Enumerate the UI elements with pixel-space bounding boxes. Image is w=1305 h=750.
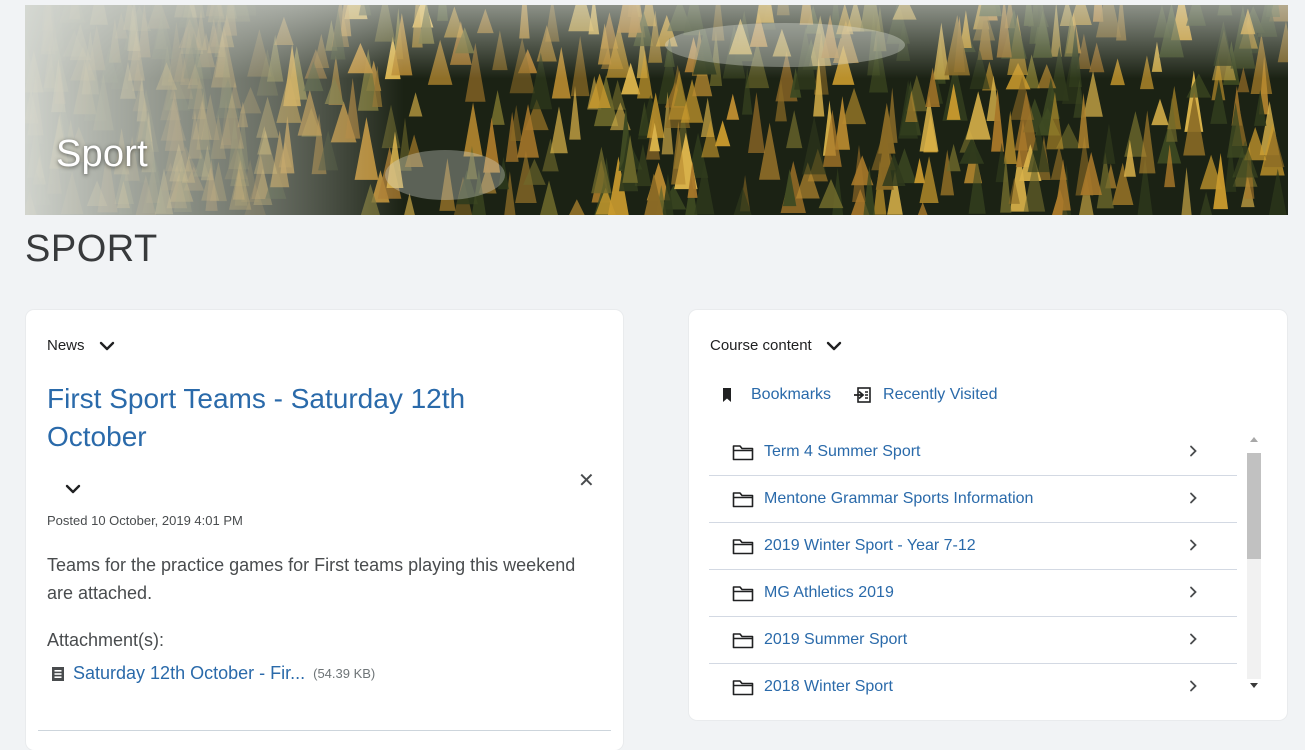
news-body: Teams for the practice games for First t…	[47, 555, 576, 603]
scroll-down-arrow-icon[interactable]	[1250, 683, 1258, 688]
attachment-size: (54.39 KB)	[313, 666, 376, 681]
attachments-label: Attachment(s):	[47, 630, 165, 650]
course-content-list: Term 4 Summer Sport Mentone Grammar Spor…	[709, 429, 1237, 710]
chevron-down-icon[interactable]	[99, 341, 115, 351]
news-widget-title: News	[47, 337, 85, 354]
folder-icon	[732, 632, 754, 648]
content-item-label[interactable]: MG Athletics 2019	[764, 584, 894, 602]
content-item[interactable]: 2018 Winter Sport	[709, 664, 1237, 710]
folder-icon	[732, 491, 754, 507]
content-item[interactable]: 2019 Summer Sport	[709, 617, 1237, 664]
banner-title: Sport	[56, 133, 148, 175]
folder-icon	[732, 679, 754, 695]
chevron-right-icon[interactable]	[1189, 633, 1197, 645]
bookmarks-label: Bookmarks	[751, 386, 832, 403]
course-content-header[interactable]: Course content	[710, 337, 842, 354]
chevron-down-icon[interactable]	[826, 341, 842, 351]
news-widget	[26, 310, 623, 750]
divider	[38, 730, 611, 731]
bookmarks-link[interactable]: Bookmarks	[722, 386, 831, 404]
attachment-link[interactable]: Saturday 12th October - Fir...	[73, 663, 305, 684]
scroll-up-arrow-icon[interactable]	[1250, 437, 1258, 442]
recently-visited-link[interactable]: Recently Visited	[853, 386, 997, 404]
content-item-label[interactable]: 2019 Summer Sport	[764, 631, 907, 649]
recently-visited-label: Recently Visited	[883, 386, 998, 403]
scroll-thumb[interactable]	[1247, 453, 1261, 559]
quick-links: Bookmarks Recently Visited	[722, 386, 997, 404]
chevron-right-icon[interactable]	[1189, 539, 1197, 551]
chevron-down-icon[interactable]	[65, 483, 81, 495]
content-item-label[interactable]: Term 4 Summer Sport	[764, 443, 920, 461]
content-item-label[interactable]: 2018 Winter Sport	[764, 678, 893, 696]
close-icon[interactable]: ✕	[578, 470, 595, 492]
content-scrollbar[interactable]	[1244, 431, 1264, 701]
content-item[interactable]: Mentone Grammar Sports Information	[709, 476, 1237, 523]
content-item[interactable]: 2019 Winter Sport - Year 7-12	[709, 523, 1237, 570]
bookmark-icon	[723, 388, 731, 402]
forest-banner-image	[25, 5, 1288, 215]
course-banner: Sport	[25, 5, 1288, 215]
page-title: SPORT	[25, 228, 158, 270]
chevron-right-icon[interactable]	[1189, 586, 1197, 598]
content-item-label[interactable]: 2019 Winter Sport - Year 7-12	[764, 537, 976, 555]
attachment-item: Saturday 12th October - Fir... (54.39 KB…	[51, 663, 375, 684]
folder-icon	[732, 585, 754, 601]
news-posted-date: Posted 10 October, 2019 4:01 PM	[47, 513, 243, 528]
course-content-title: Course content	[710, 337, 812, 354]
content-item[interactable]: Term 4 Summer Sport	[709, 429, 1237, 476]
content-item-label[interactable]: Mentone Grammar Sports Information	[764, 490, 1033, 508]
chevron-right-icon[interactable]	[1189, 680, 1197, 692]
chevron-right-icon[interactable]	[1189, 492, 1197, 504]
document-icon	[52, 666, 64, 681]
news-item-title[interactable]: First Sport Teams - Saturday 12th Octobe…	[47, 380, 567, 456]
recently-visited-icon	[854, 387, 871, 403]
folder-icon	[732, 538, 754, 554]
chevron-right-icon[interactable]	[1189, 445, 1197, 457]
content-item[interactable]: MG Athletics 2019	[709, 570, 1237, 617]
folder-icon	[732, 444, 754, 460]
news-widget-header[interactable]: News	[47, 337, 115, 354]
